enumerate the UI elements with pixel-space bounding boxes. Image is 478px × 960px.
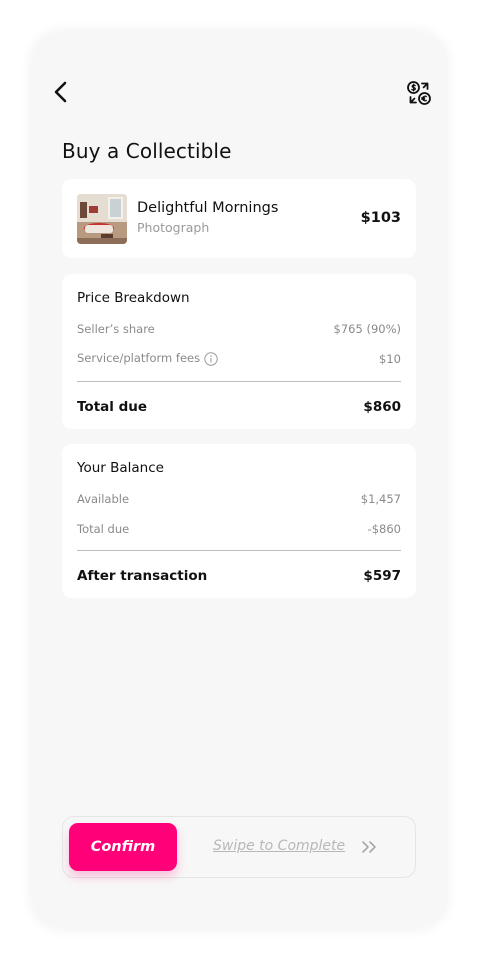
breakdown-divider [77, 381, 401, 382]
balance-divider [77, 550, 401, 551]
sellers-share-value: $765 (90%) [333, 322, 401, 336]
living-room-photo [77, 194, 127, 244]
collectible-name: Delightful Mornings [137, 200, 279, 216]
info-icon[interactable] [204, 351, 218, 366]
after-transaction-label: After transaction [77, 568, 208, 584]
collectible-thumbnail [77, 194, 127, 244]
balance-heading: Your Balance [77, 460, 164, 476]
collectible-card[interactable]: Delightful Mornings Photograph $103 [62, 179, 416, 258]
sellers-share-label: Seller’s share [77, 322, 155, 336]
total-due-value: $860 [363, 399, 401, 415]
service-fees-value: $10 [379, 352, 401, 366]
balance-total-due-value: -$860 [367, 522, 401, 536]
price-breakdown-heading: Price Breakdown [77, 290, 190, 306]
swipe-to-complete-track[interactable]: Confirm Swipe to Complete [62, 816, 416, 878]
balance-total-due-label: Total due [77, 522, 130, 536]
confirm-button[interactable]: Confirm [69, 823, 177, 871]
back-button[interactable] [50, 80, 74, 104]
balance-card: Your Balance Available $1,457 Total due … [62, 444, 416, 598]
chevron-left-icon [54, 81, 67, 103]
collectible-type: Photograph [137, 220, 210, 235]
price-breakdown-card: Price Breakdown Seller’s share $765 (90%… [62, 274, 416, 429]
available-value: $1,457 [360, 492, 401, 506]
after-transaction-value: $597 [363, 568, 401, 584]
collectible-price: $103 [360, 210, 401, 226]
double-chevron-right-icon [362, 841, 376, 853]
service-fees-row-label: Service/platform fees [77, 351, 218, 366]
phone-screen: Buy a Collectible Delightful Mornings Ph… [32, 32, 446, 928]
page-title: Buy a Collectible [62, 139, 232, 163]
swipe-hint: Swipe to Complete [213, 838, 346, 854]
total-due-label: Total due [77, 399, 148, 415]
service-fees-label: Service/platform fees [77, 351, 201, 365]
currency-exchange-button[interactable] [406, 80, 432, 106]
available-label: Available [77, 492, 130, 506]
currency-exchange-icon [407, 81, 431, 105]
